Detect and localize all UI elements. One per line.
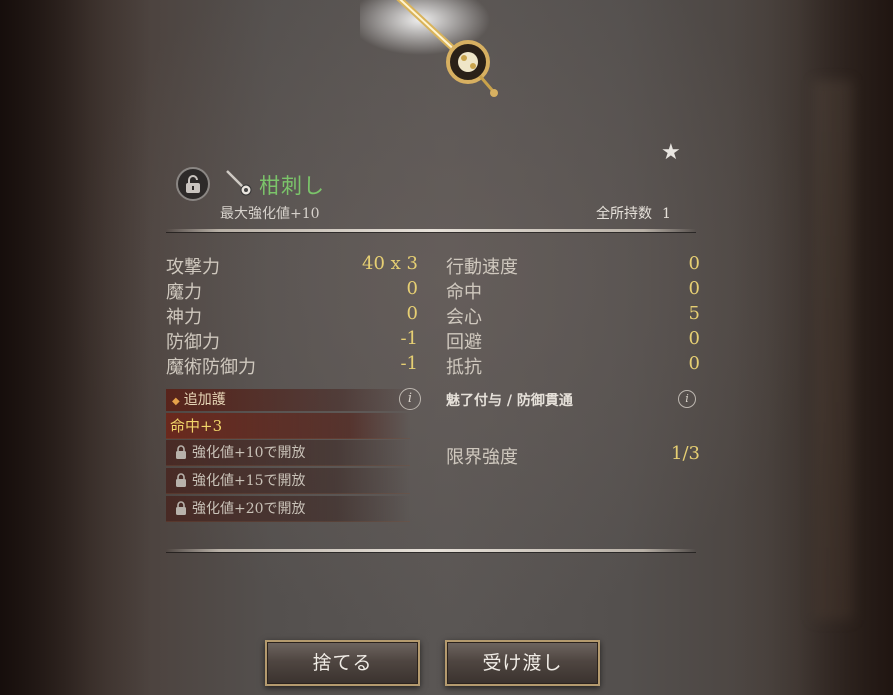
- padlock-icon: [176, 445, 186, 459]
- extra-protection-title: 追加護: [183, 392, 226, 408]
- stat-value-magic: 0: [406, 278, 418, 299]
- stat-label-divine: 神力: [166, 307, 202, 328]
- transfer-button[interactable]: 受け渡し: [445, 640, 600, 686]
- hairpin-icon: [226, 170, 252, 196]
- padlock-open-icon: [186, 175, 200, 193]
- locked-slot-label: 強化値+20で開放: [192, 501, 306, 517]
- background-right-strip: [813, 80, 853, 620]
- charm-penetration-label: 魅了付与 / 防御貫通: [446, 393, 573, 409]
- stat-label-resistance: 抵抗: [446, 357, 482, 378]
- info-icon[interactable]: i: [399, 388, 421, 410]
- stat-value-attack: 40 x 3: [362, 253, 418, 274]
- owned-value: 1: [662, 206, 671, 222]
- max-enhance-label: 最大強化値+10: [220, 206, 320, 222]
- extra-locked-slot: 強化値+10で開放: [166, 440, 410, 466]
- locked-slot-label: 強化値+15で開放: [192, 473, 306, 489]
- stat-label-speed: 行動速度: [446, 257, 518, 278]
- limit-strength-label: 限界強度: [446, 447, 518, 468]
- favorite-star-icon[interactable]: ★: [661, 140, 681, 165]
- stat-label-magic: 魔力: [166, 282, 202, 303]
- diamond-icon: ◆: [172, 396, 180, 407]
- stat-value-accuracy: 0: [688, 278, 700, 299]
- divider-top: [166, 229, 696, 232]
- stat-label-defense: 防御力: [166, 332, 220, 353]
- padlock-icon: [176, 473, 186, 487]
- owned-label: 全所持数: [596, 206, 652, 222]
- extra-locked-slot: 強化値+15で開放: [166, 468, 410, 494]
- stat-label-accuracy: 命中: [446, 282, 482, 303]
- stat-value-defense: -1: [400, 328, 418, 349]
- weapon-illustration: [360, 0, 498, 97]
- stat-label-critical: 会心: [446, 307, 482, 328]
- locked-slot-label: 強化値+10で開放: [192, 445, 306, 461]
- limit-strength-value: 1/3: [671, 443, 700, 464]
- extra-locked-slot: 強化値+20で開放: [166, 496, 410, 522]
- item-name: 柑刺し: [259, 174, 325, 198]
- lock-toggle-button[interactable]: [176, 167, 210, 201]
- stat-value-critical: 5: [688, 303, 700, 324]
- stat-value-divine: 0: [406, 303, 418, 324]
- info-icon[interactable]: i: [678, 390, 696, 408]
- stat-label-attack: 攻撃力: [166, 257, 220, 278]
- discard-button[interactable]: 捨てる: [265, 640, 420, 686]
- extra-protection-header: ◆ 追加護: [166, 389, 416, 411]
- stat-label-evasion: 回避: [446, 332, 482, 353]
- stat-label-magic-defense: 魔術防御力: [166, 357, 256, 378]
- stat-value-resistance: 0: [688, 353, 700, 374]
- padlock-icon: [176, 501, 186, 515]
- stat-value-speed: 0: [688, 253, 700, 274]
- stat-value-evasion: 0: [688, 328, 700, 349]
- background-left-shade: [0, 0, 150, 695]
- divider-bottom: [166, 549, 696, 552]
- stat-value-magic-defense: -1: [400, 353, 418, 374]
- extra-active-bonus: 命中+3: [166, 413, 410, 439]
- owned-count: 全所持数 1: [596, 203, 671, 223]
